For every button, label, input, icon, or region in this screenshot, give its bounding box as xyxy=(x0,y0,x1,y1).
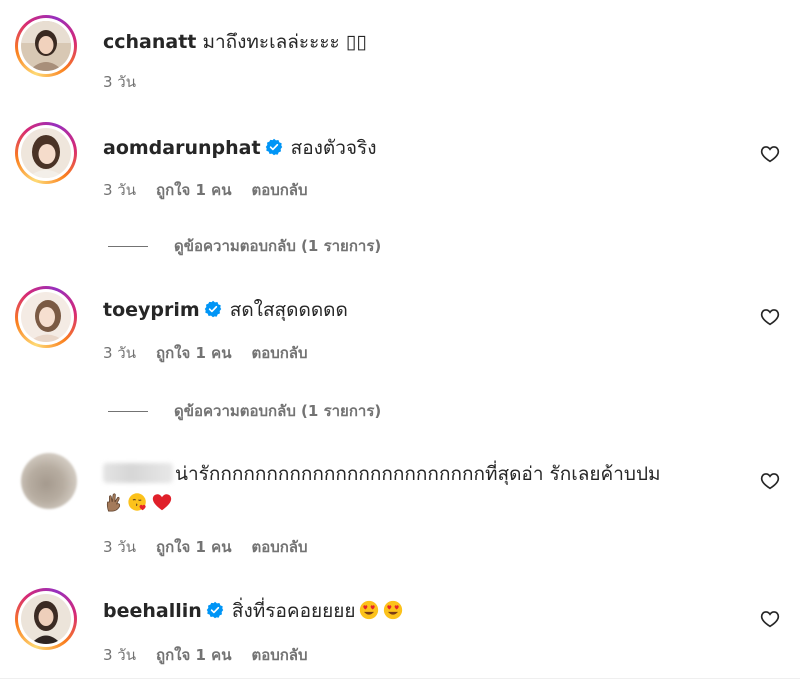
comment-time[interactable]: 3 วัน xyxy=(103,646,136,664)
comment-time[interactable]: 3 วัน xyxy=(103,181,136,199)
reply-button[interactable]: ตอบกลับ xyxy=(251,646,307,664)
avatar[interactable] xyxy=(15,15,77,77)
divider xyxy=(108,411,148,412)
comment-text: สิ่งที่รอคอยยยย xyxy=(231,600,356,622)
avatar-photo xyxy=(21,21,71,71)
comment-time[interactable]: 3 วัน xyxy=(103,344,136,362)
blurred-username[interactable] xyxy=(103,463,173,483)
comment-text: สองตัวจริง xyxy=(290,137,377,159)
likes-count[interactable]: ถูกใจ 1 คน xyxy=(156,181,231,199)
username[interactable]: beehallin xyxy=(103,600,202,622)
red-heart-emoji xyxy=(152,494,172,511)
like-heart-icon[interactable] xyxy=(759,609,781,629)
username[interactable]: toeyprim xyxy=(103,299,200,321)
divider xyxy=(108,246,148,247)
avatar-photo xyxy=(21,292,71,342)
reply-button[interactable]: ตอบกลับ xyxy=(251,538,307,556)
comment-text: สดใสสุดดดดด xyxy=(229,299,348,321)
comment-time[interactable]: 3 วัน xyxy=(103,538,136,556)
blurred-avatar xyxy=(21,453,77,509)
verified-badge-icon xyxy=(206,601,224,619)
verified-badge-icon xyxy=(265,138,282,156)
likes-count[interactable]: ถูกใจ 1 คน xyxy=(156,344,231,362)
reply-button[interactable]: ตอบกลับ xyxy=(251,181,307,199)
like-heart-icon[interactable] xyxy=(759,307,781,327)
reply-button[interactable]: ตอบกลับ xyxy=(251,344,307,362)
likes-count[interactable]: ถูกใจ 1 คน xyxy=(156,538,231,556)
kissing-face-emoji xyxy=(128,493,146,511)
avatar[interactable] xyxy=(15,286,77,348)
username[interactable]: cchanatt xyxy=(103,31,196,53)
avatar-photo xyxy=(21,594,71,644)
avatar-photo xyxy=(21,128,71,178)
hand-sign-emoji xyxy=(106,493,121,512)
avatar[interactable] xyxy=(15,453,77,515)
view-replies-link[interactable]: ดูข้อความตอบกลับ (1 รายการ) xyxy=(108,399,381,423)
comment-text: น่ารักกกกกกกกกกกกกกกกกกกกกกกกที่สุดอ่า ร… xyxy=(175,463,661,485)
username[interactable]: aomdarunphat xyxy=(103,137,261,159)
comment-text: มาถึงทะเลล่ะะะะ ▯▯ xyxy=(202,31,367,53)
heart-eyes-emoji xyxy=(359,600,378,620)
comment-time[interactable]: 3 วัน xyxy=(103,73,136,91)
view-replies-link[interactable]: ดูข้อความตอบกลับ (1 รายการ) xyxy=(108,234,381,258)
like-heart-icon[interactable] xyxy=(759,144,781,164)
divider xyxy=(0,678,800,679)
like-heart-icon[interactable] xyxy=(759,471,781,491)
avatar[interactable] xyxy=(15,122,77,184)
avatar[interactable] xyxy=(15,588,77,650)
verified-badge-icon xyxy=(204,300,221,318)
likes-count[interactable]: ถูกใจ 1 คน xyxy=(156,646,231,664)
heart-eyes-emoji xyxy=(383,600,402,620)
missing-glyphs: ▯▯ xyxy=(345,31,367,53)
